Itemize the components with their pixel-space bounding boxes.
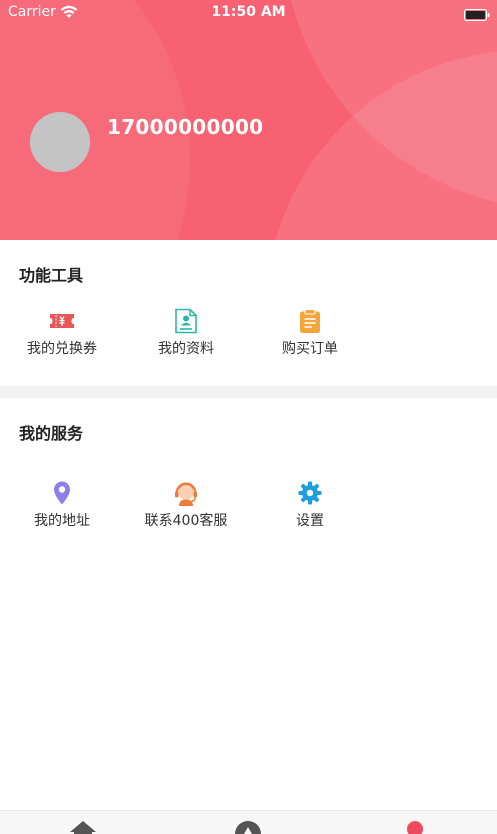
my-address-button[interactable]: 我的地址 bbox=[0, 480, 124, 530]
my-address-label: 我的地址 bbox=[34, 513, 90, 529]
coupon-icon bbox=[50, 314, 74, 328]
services-section: 我的服务 我的地址 联系400客服 设置 bbox=[0, 398, 497, 810]
section-divider bbox=[0, 386, 497, 398]
my-profile-label: 我的资料 bbox=[158, 341, 214, 357]
order-clipboard-icon bbox=[300, 309, 320, 333]
customer-service-label: 联系400客服 bbox=[144, 513, 228, 529]
gear-icon bbox=[298, 481, 322, 505]
customer-service-icon bbox=[175, 482, 197, 506]
mine-icon[interactable] bbox=[400, 819, 430, 834]
tools-section-title: 功能工具 bbox=[19, 266, 84, 285]
my-profile-button[interactable]: 我的资料 bbox=[124, 308, 248, 358]
profile-header: Carrier 11:50 AM 17000000000 bbox=[0, 0, 497, 240]
status-time: 11:50 AM bbox=[211, 4, 286, 20]
settings-button[interactable]: 设置 bbox=[248, 480, 372, 530]
user-phone-number[interactable]: 17000000000 bbox=[107, 115, 263, 139]
status-bar: Carrier 11:50 AM bbox=[0, 0, 497, 26]
discover-icon[interactable] bbox=[233, 819, 263, 834]
bottom-tab-bar bbox=[0, 810, 497, 834]
location-pin-icon bbox=[54, 481, 70, 505]
customer-service-button[interactable]: 联系400客服 bbox=[124, 480, 248, 530]
avatar[interactable] bbox=[30, 112, 90, 172]
purchase-orders-label: 购买订单 bbox=[282, 341, 338, 357]
purchase-orders-button[interactable]: 购买订单 bbox=[248, 308, 372, 358]
battery-icon bbox=[464, 9, 490, 21]
my-coupons-label: 我的兑换券 bbox=[27, 341, 97, 357]
settings-label: 设置 bbox=[296, 513, 324, 529]
my-coupons-button[interactable]: 我的兑换券 bbox=[0, 308, 124, 358]
services-section-title: 我的服务 bbox=[19, 424, 84, 443]
tools-section: 功能工具 我的兑换券 我的资料 购买订单 bbox=[0, 240, 497, 386]
home-icon[interactable] bbox=[68, 819, 98, 834]
profile-document-icon bbox=[175, 308, 197, 334]
